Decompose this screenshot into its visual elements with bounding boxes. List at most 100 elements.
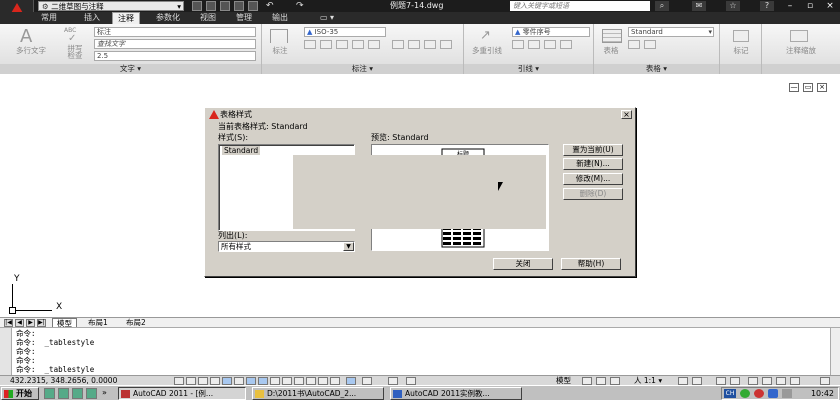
multiline-text-button[interactable]: 多行文字	[8, 45, 54, 56]
command-input[interactable]: 命令: _tablestyle	[16, 366, 94, 374]
dynamic-input-icon[interactable]	[282, 377, 292, 385]
link-data-icon[interactable]	[644, 40, 656, 49]
close-window-button[interactable]: ×	[820, 0, 840, 12]
viewport-restore-button[interactable]: ▭	[803, 83, 813, 92]
dialog-close-button[interactable]: ×	[621, 110, 632, 119]
quicklaunch-ie-icon[interactable]	[44, 388, 55, 399]
first-layout-icon[interactable]: |◀	[4, 319, 13, 327]
command-window[interactable]: 命令: 命令: _tablestyle 命令: 命令: 命令: _tablest…	[0, 327, 840, 376]
dynamic-ucs-icon[interactable]	[270, 377, 280, 385]
workspace-switching-icon[interactable]	[716, 377, 726, 385]
add-leader-icon[interactable]	[512, 40, 524, 49]
multileader-icon[interactable]: ↗	[480, 28, 491, 43]
new-file-icon[interactable]	[192, 1, 202, 11]
list-filter-select[interactable]: 所有样式 ▼	[218, 241, 355, 252]
dim-tolerance-icon[interactable]	[368, 40, 380, 49]
status-toggle-icon[interactable]	[820, 377, 830, 385]
transparency-icon[interactable]	[306, 377, 316, 385]
dimension-style-combo[interactable]: ▲ ISO-35	[304, 27, 386, 37]
communication-center-icon[interactable]: ✉	[692, 1, 706, 11]
close-button[interactable]: 关闭	[493, 258, 553, 270]
clean-screen-icon[interactable]	[790, 377, 800, 385]
text-panel-title[interactable]: 文字 ▾	[0, 64, 261, 74]
save-as-icon[interactable]	[234, 1, 244, 11]
viewport-minimize-button[interactable]: —	[789, 83, 799, 92]
tab-insert[interactable]: 插入	[80, 12, 104, 24]
maximize-window-button[interactable]: ▫	[800, 0, 820, 12]
list-item[interactable]: Standard	[222, 146, 261, 155]
annotation-scale-icon[interactable]	[790, 30, 808, 42]
spell-check-button[interactable]: 拼写 检查	[60, 45, 90, 60]
tab-parametric[interactable]: 参数化	[150, 12, 186, 24]
ortho-plus-icon[interactable]	[346, 377, 356, 385]
quick-properties-icon[interactable]	[318, 377, 328, 385]
dim-oblique-icon[interactable]	[440, 40, 452, 49]
tab-annotate[interactable]: 注释	[112, 12, 140, 24]
dim-jog-icon[interactable]	[408, 40, 420, 49]
plot-icon[interactable]	[248, 1, 258, 11]
dim-inspect-icon[interactable]	[392, 40, 404, 49]
snap-mode-icon[interactable]	[186, 377, 196, 385]
help-button[interactable]: 帮助(H)	[561, 258, 621, 270]
tab-view[interactable]: 视图	[196, 12, 220, 24]
command-window-grip[interactable]	[0, 328, 12, 376]
workspace-selector[interactable]: ⚙ 二维草图与注释 ▾	[38, 1, 184, 11]
hardware-acceleration-icon[interactable]	[748, 377, 758, 385]
multileader-button[interactable]: 多重引线	[466, 45, 508, 56]
set-current-button[interactable]: 置为当前(U)	[563, 144, 623, 156]
model-space-icon[interactable]	[388, 377, 398, 385]
new-style-button[interactable]: 新建(N)...	[563, 158, 623, 170]
remove-leader-icon[interactable]	[528, 40, 540, 49]
object-snap-tracking-icon[interactable]	[258, 377, 268, 385]
lineweight-icon[interactable]	[294, 377, 304, 385]
favorites-star-icon[interactable]: ☆	[726, 1, 740, 11]
align-leader-icon[interactable]	[544, 40, 556, 49]
object-snap-icon[interactable]	[234, 377, 244, 385]
annotation-scaling-button[interactable]: 注释缩放	[764, 45, 838, 56]
text-height-combo[interactable]: 2.5	[94, 51, 256, 61]
undo-icon[interactable]: ↶	[266, 0, 274, 12]
redo-icon[interactable]: ↷	[296, 0, 304, 12]
modify-style-button[interactable]: 修改(M)...	[563, 173, 623, 185]
dim-space-icon[interactable]	[336, 40, 348, 49]
next-layout-icon[interactable]: ▶	[26, 319, 35, 327]
markup-icon[interactable]	[733, 30, 749, 42]
quick-view-drawings-icon[interactable]	[596, 377, 606, 385]
quick-view-icon[interactable]	[406, 377, 416, 385]
table-panel-title[interactable]: 表格 ▾	[594, 64, 719, 74]
quicklaunch-desktop-icon[interactable]	[58, 388, 69, 399]
quicklaunch-media-icon[interactable]	[72, 388, 83, 399]
dimension-panel-title[interactable]: 标注 ▾	[262, 64, 463, 74]
status-bar-menu-icon[interactable]	[776, 377, 786, 385]
command-scrollbar[interactable]	[830, 328, 840, 376]
ortho-mode-icon[interactable]	[210, 377, 220, 385]
table-icon[interactable]	[602, 29, 622, 43]
tray-network-icon[interactable]	[768, 389, 778, 398]
delete-style-button[interactable]: 删除(D)	[563, 188, 623, 200]
auto-scale-icon[interactable]	[692, 377, 702, 385]
dim-baseline-icon[interactable]	[320, 40, 332, 49]
annotation-monitor-icon[interactable]	[362, 377, 372, 385]
prev-layout-icon[interactable]: ◀	[15, 319, 24, 327]
tray-security-icon[interactable]	[754, 389, 764, 398]
infer-constraints-icon[interactable]	[174, 377, 184, 385]
help-icon[interactable]: ?	[760, 1, 774, 11]
chevron-down-icon[interactable]: ▼	[343, 242, 354, 251]
clock[interactable]: 10:42	[811, 388, 834, 399]
extract-data-icon[interactable]	[628, 40, 640, 49]
tray-app-icon[interactable]	[740, 389, 750, 398]
isolate-objects-icon[interactable]	[762, 377, 772, 385]
input-language-icon[interactable]: CH	[724, 389, 736, 398]
task-explorer-window[interactable]: D:\2011书\AutoCAD_2...	[252, 387, 384, 400]
tab-home[interactable]: 常用	[36, 12, 62, 24]
polar-tracking-icon[interactable]	[222, 377, 232, 385]
tab-manage[interactable]: 管理	[232, 12, 256, 24]
start-button[interactable]: 开始	[1, 387, 39, 400]
multiline-text-icon[interactable]: A	[20, 26, 32, 47]
leader-panel-title[interactable]: 引线 ▾	[464, 64, 593, 74]
ribbon-minimize-toggle[interactable]: ▭ ▾	[314, 12, 340, 24]
chevron-right-icon[interactable]: »	[102, 388, 107, 397]
open-file-icon[interactable]	[206, 1, 216, 11]
find-text-input[interactable]: 查找文字	[94, 39, 256, 49]
search-icon[interactable]: ⌕	[655, 1, 669, 11]
